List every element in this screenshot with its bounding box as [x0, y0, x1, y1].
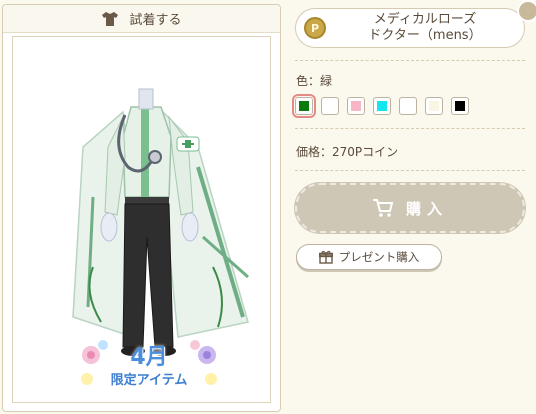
- buy-button[interactable]: 購入: [295, 183, 525, 233]
- color-swatch-black[interactable]: [451, 97, 469, 115]
- gift-purchase-button[interactable]: プレゼント購入: [296, 244, 442, 270]
- color-label: 色：緑: [296, 74, 333, 88]
- tryon-header[interactable]: 試着する: [3, 5, 280, 33]
- tryon-title: 試着する: [129, 13, 182, 28]
- price-label: 価格：270Pコイン: [296, 145, 399, 159]
- color-swatch-cyan[interactable]: [373, 97, 391, 115]
- color-swatch-cream[interactable]: [425, 97, 443, 115]
- divider: [295, 60, 525, 61]
- badge-month: 4月: [130, 345, 168, 370]
- gift-icon: [318, 250, 333, 264]
- item-name-line1: メディカルローズ: [373, 12, 477, 27]
- color-swatches: [292, 94, 469, 118]
- color-swatch-white2[interactable]: [399, 97, 417, 115]
- gift-label: プレゼント購入: [338, 250, 420, 264]
- divider: [295, 170, 525, 171]
- cart-icon: [372, 199, 394, 217]
- badge-limited-text: 限定アイテム: [110, 373, 188, 388]
- item-title: P メディカルローズ ドクター（mens）: [295, 8, 525, 48]
- tryon-panel: 試着する 4月 限定アイテム: [2, 4, 281, 412]
- limited-badge: 4月 限定アイテム: [79, 335, 219, 395]
- color-swatch-green[interactable]: [292, 94, 316, 118]
- item-name-line2: ドクター（mens）: [368, 28, 482, 43]
- close-icon[interactable]: [517, 0, 536, 22]
- divider: [295, 128, 525, 129]
- item-name: メディカルローズ ドクター（mens）: [326, 12, 524, 44]
- coin-icon: P: [304, 17, 326, 39]
- coin-symbol: P: [310, 21, 320, 35]
- avatar-preview: 4月 限定アイテム: [12, 36, 271, 403]
- shirt-icon: [102, 11, 119, 26]
- color-swatch-pink[interactable]: [347, 97, 365, 115]
- buy-label: 購入: [405, 199, 448, 218]
- color-swatch-white[interactable]: [321, 97, 339, 115]
